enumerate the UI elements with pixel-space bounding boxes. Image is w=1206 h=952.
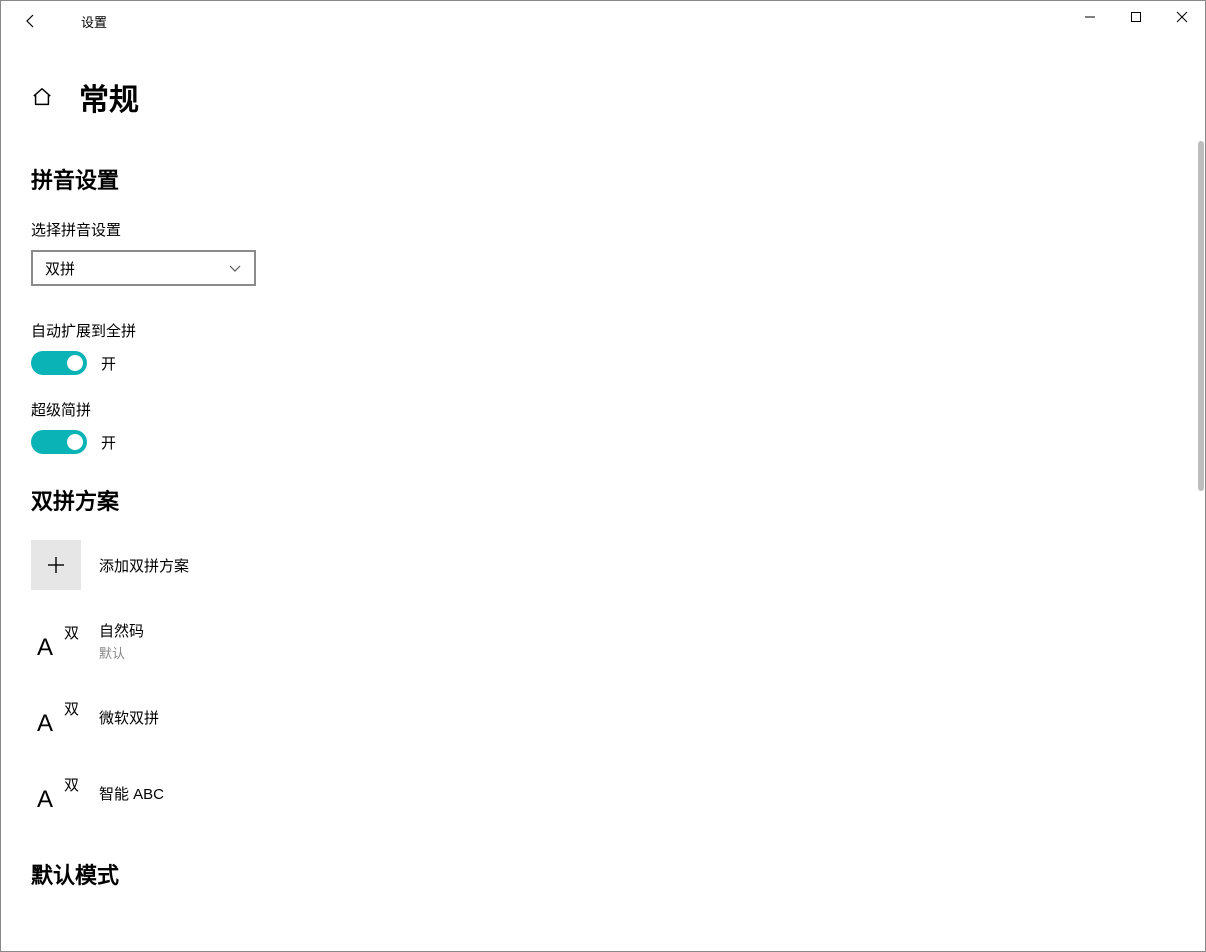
window-controls xyxy=(1067,1,1205,33)
shuangpin-scheme-icon: A 双 xyxy=(31,692,81,742)
toggle-knob xyxy=(67,434,83,450)
page-header: 常规 xyxy=(31,75,1175,119)
section-title-default-mode: 默认模式 xyxy=(31,858,1175,890)
section-title-pinyin: 拼音设置 xyxy=(31,163,1175,195)
back-arrow-icon xyxy=(23,13,39,29)
scheme-item-ziranma[interactable]: A 双 自然码 默认 xyxy=(31,616,1175,666)
auto-expand-toggle[interactable] xyxy=(31,351,87,375)
page-title: 常规 xyxy=(79,75,139,119)
content-area: 常规 拼音设置 选择拼音设置 双拼 自动扩展到全拼 开 超级简拼 开 双拼方案 xyxy=(1,41,1205,951)
titlebar: 设置 xyxy=(1,1,1205,41)
scheme-name: 自然码 xyxy=(99,620,144,641)
scheme-text: 自然码 默认 xyxy=(99,620,144,662)
pinyin-setting-dropdown[interactable]: 双拼 xyxy=(31,250,256,286)
super-simple-toggle-row: 开 xyxy=(31,430,1175,454)
pinyin-settings-section: 拼音设置 选择拼音设置 双拼 自动扩展到全拼 开 超级简拼 开 xyxy=(31,163,1175,454)
maximize-button[interactable] xyxy=(1113,1,1159,33)
maximize-icon xyxy=(1130,11,1142,23)
back-button[interactable] xyxy=(11,1,51,41)
add-scheme-label: 添加双拼方案 xyxy=(99,555,189,576)
scheme-name: 智能 ABC xyxy=(99,783,164,804)
scheme-name: 微软双拼 xyxy=(99,707,159,728)
scrollbar-thumb[interactable] xyxy=(1198,141,1204,491)
select-pinyin-label: 选择拼音设置 xyxy=(31,219,1175,240)
super-simple-label: 超级简拼 xyxy=(31,399,1175,420)
default-mode-section: 默认模式 xyxy=(31,858,1175,890)
home-button[interactable] xyxy=(31,86,53,108)
close-icon xyxy=(1176,11,1188,23)
section-title-scheme: 双拼方案 xyxy=(31,484,1175,516)
auto-expand-label: 自动扩展到全拼 xyxy=(31,320,1175,341)
shuangpin-scheme-icon: A 双 xyxy=(31,768,81,818)
shuangpin-scheme-section: 双拼方案 添加双拼方案 A 双 自然码 默认 A 双 微软双拼 xyxy=(31,484,1175,818)
chevron-down-icon xyxy=(228,261,242,275)
auto-expand-toggle-row: 开 xyxy=(31,351,1175,375)
minimize-button[interactable] xyxy=(1067,1,1113,33)
minimize-icon xyxy=(1084,11,1096,23)
super-simple-toggle[interactable] xyxy=(31,430,87,454)
plus-icon xyxy=(46,555,66,575)
add-scheme-button[interactable]: 添加双拼方案 xyxy=(31,540,1175,590)
scheme-subtitle: 默认 xyxy=(99,643,144,662)
add-icon-box xyxy=(31,540,81,590)
scheme-item-microsoft[interactable]: A 双 微软双拼 xyxy=(31,692,1175,742)
dropdown-value: 双拼 xyxy=(45,258,75,279)
close-button[interactable] xyxy=(1159,1,1205,33)
scheme-text: 微软双拼 xyxy=(99,707,159,728)
scheme-item-zhineng-abc[interactable]: A 双 智能 ABC xyxy=(31,768,1175,818)
super-simple-state: 开 xyxy=(101,432,116,453)
auto-expand-state: 开 xyxy=(101,353,116,374)
window-title: 设置 xyxy=(81,12,107,31)
toggle-knob xyxy=(67,355,83,371)
shuangpin-scheme-icon: A 双 xyxy=(31,616,81,666)
home-icon xyxy=(31,86,53,108)
scheme-text: 智能 ABC xyxy=(99,783,164,804)
